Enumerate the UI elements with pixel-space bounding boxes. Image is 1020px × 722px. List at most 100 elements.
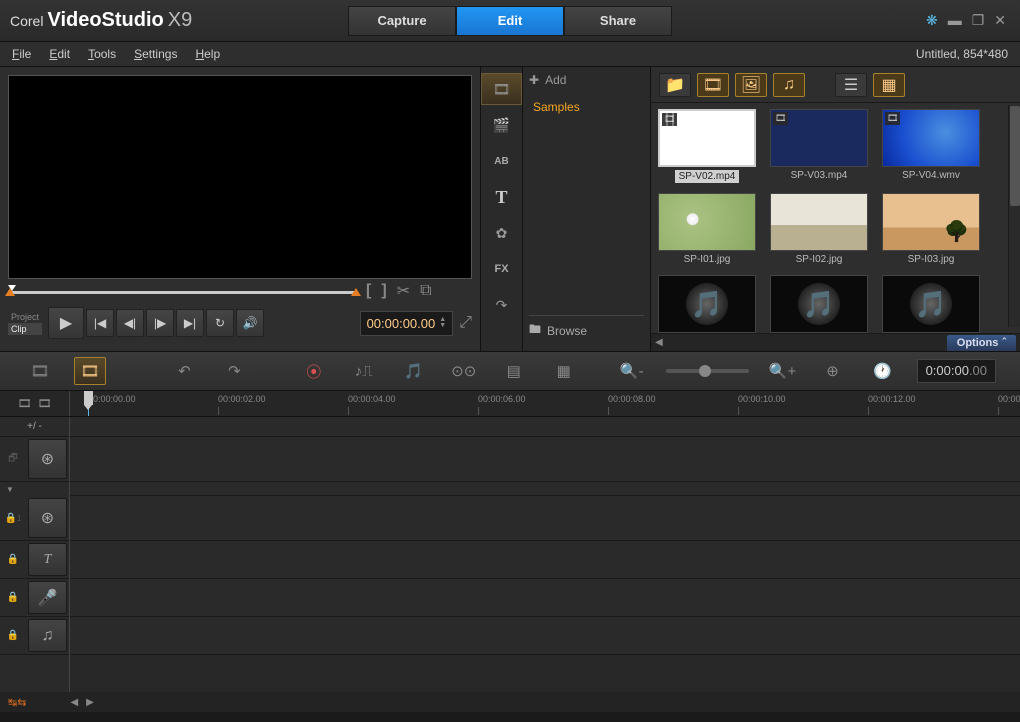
fit-project-button[interactable]: ⊕ [817,357,849,385]
library-item[interactable]: SP-I01.jpg [657,193,757,265]
repeat-button[interactable]: ↻ [206,309,234,337]
playhead-handle[interactable] [84,391,93,405]
record-button[interactable]: ⦿ [298,357,330,385]
menu-file[interactable]: File [12,47,31,61]
lib-tab-transition[interactable]: AB [481,145,522,177]
auto-music-button[interactable]: 🎵 [398,357,430,385]
maximize-button[interactable]: ❐ [972,12,985,29]
play-mode-toggle[interactable]: Project Clip [8,311,42,335]
options-button[interactable]: Options ˆ [947,335,1016,351]
library-item[interactable]: 🎞SP-V03.mp4 [769,109,869,183]
storyboard-view-button[interactable]: 🎞 [24,357,56,385]
voice-lane[interactable] [70,579,1020,617]
play-button[interactable]: ▶ [48,307,84,339]
scrubber[interactable] [8,283,358,299]
timeline-view-button[interactable]: 🎞 [74,357,106,385]
lib-tab-title[interactable]: T [481,181,522,213]
music-lane[interactable] [70,617,1020,655]
chapter-lane[interactable] [70,417,1020,437]
library-item[interactable] [881,275,981,333]
import-button[interactable]: 📁 [659,73,691,97]
library-item[interactable]: SP-I02.jpg [769,193,869,265]
autoscroll-icon[interactable]: ↹⇆ [8,696,26,709]
folder-samples[interactable]: Samples [529,97,644,117]
filter-video-button[interactable]: 🎞 [697,73,729,97]
mark-out-icon[interactable] [351,288,361,296]
redo-button[interactable]: ↷ [218,357,250,385]
filter-audio-button[interactable]: ♫ [773,73,805,97]
menu-help[interactable]: Help [195,47,220,61]
toggle-all-tracks-button[interactable]: 🎞 [16,395,34,412]
motion-track-button[interactable]: ⊙⊙ [448,357,480,385]
video-lane[interactable] [70,437,1020,482]
go-end-button[interactable]: ▶| [176,309,204,337]
mark-in-button[interactable]: [ [366,282,371,300]
view-grid-button[interactable]: ▦ [873,73,905,97]
track-pin-icon[interactable]: 🗗 [8,451,17,468]
overlay-track-header[interactable]: 🔒1 ⊛ [0,496,69,541]
browse-button[interactable]: 🖿 Browse [529,315,644,345]
audio-mixer-button[interactable]: ♪⎍ [348,357,380,385]
scroll-left-button[interactable]: ◀ [70,697,78,708]
mark-in-icon[interactable] [5,288,15,296]
scrollbar-thumb[interactable] [1010,106,1020,206]
lock-icon[interactable]: 🔒 [7,630,19,641]
title-track-header[interactable]: 🔒 T [0,541,69,579]
library-item[interactable]: 🎞SP-V02.mp4 [657,109,757,183]
snapshot-button[interactable]: ⧉ [420,282,431,300]
undo-button[interactable]: ↶ [168,357,200,385]
timecode-spinner[interactable]: ▲▼ [439,317,446,329]
volume-button[interactable]: 🔊 [236,309,264,337]
preview-screen[interactable] [8,75,472,279]
go-start-button[interactable]: |◀ [86,309,114,337]
library-vscrollbar[interactable] [1008,105,1020,327]
next-frame-button[interactable]: |▶ [146,309,174,337]
close-button[interactable]: ✕ [994,12,1006,29]
library-item[interactable]: SP-I03.jpg [881,193,981,265]
video-track-header[interactable]: 🗗 ⊛ [0,437,69,482]
prev-frame-button[interactable]: ◀| [116,309,144,337]
subtitle-button[interactable]: ▤ [498,357,530,385]
lib-tab-path[interactable]: ↷ [481,289,522,321]
library-item[interactable]: 🎞SP-V04.wmv [881,109,981,183]
enlarge-preview-button[interactable]: ⤢ [459,314,472,332]
lib-tab-media[interactable]: 🎞 [481,73,522,105]
multicam-button[interactable]: ▦ [548,357,580,385]
expand-tracks-icon[interactable]: ▼ [6,485,14,494]
share-online-icon[interactable]: ❋ [926,12,938,29]
library-grid[interactable]: 🎞SP-V02.mp4🎞SP-V03.mp4🎞SP-V04.wmv SP-I01.… [651,103,1020,333]
add-folder-button[interactable]: ✚ Add [529,73,644,87]
tab-share[interactable]: Share [564,6,672,36]
tab-edit[interactable]: Edit [456,6,564,36]
zoom-out-button[interactable]: 🔍- [616,357,648,385]
preview-timecode[interactable]: 00:00:00.00 ▲▼ [360,311,454,336]
library-item[interactable] [769,275,869,333]
project-duration-button[interactable]: 🕐 [867,357,899,385]
filter-photo-button[interactable]: 🖼 [735,73,767,97]
lib-tab-instant[interactable]: 🎬 [481,109,522,141]
lock-icon[interactable]: 🔒 [7,592,19,603]
voice-track-header[interactable]: 🔒 🎤 [0,579,69,617]
lock-icon[interactable]: 🔒 [7,554,19,565]
library-item[interactable] [657,275,757,333]
menu-settings[interactable]: Settings [134,47,177,61]
zoom-slider[interactable] [666,369,749,373]
mark-out-button[interactable]: ] [381,282,386,300]
ruler-track[interactable]: 00:00:00.0000:00:02.0000:00:04.0000:00:0… [70,391,1020,416]
lock-icon[interactable]: 🔒 [5,513,17,524]
track-lanes[interactable] [70,417,1020,712]
zoom-handle[interactable] [699,365,711,377]
title-lane[interactable] [70,541,1020,579]
toggle-chapter-button[interactable]: 🎞 [36,395,54,412]
zoom-in-button[interactable]: 🔍+ [767,357,799,385]
menu-tools[interactable]: Tools [88,47,116,61]
music-track-header[interactable]: 🔒 ♫ [0,617,69,655]
lib-tab-filter[interactable]: FX [481,253,522,285]
lib-tab-graphic[interactable]: ✿ [481,217,522,249]
menu-edit[interactable]: Edit [49,47,70,61]
overlay-lane[interactable] [70,496,1020,541]
view-list-button[interactable]: ☰ [835,73,867,97]
track-add-toggle[interactable]: +/ - [0,417,69,437]
hscroll-left[interactable]: ◀ [655,337,663,348]
cut-button[interactable]: ✂ [397,281,410,301]
